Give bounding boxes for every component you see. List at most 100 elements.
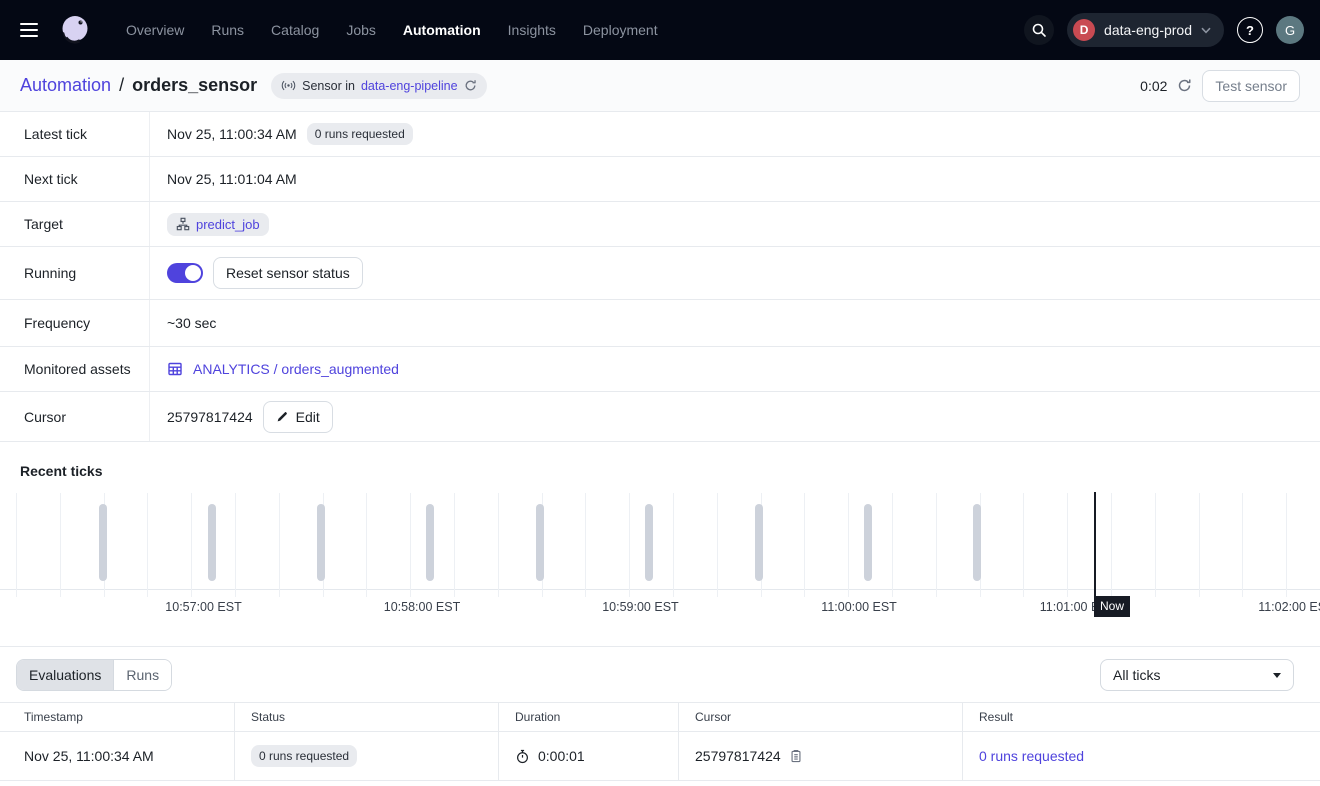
table-row: Nov 25, 11:00:34 AM 0 runs requested 0:0… [0,732,1320,781]
chart-gridline [454,493,455,597]
nav-item-insights[interactable]: Insights [508,22,556,38]
menu-icon[interactable] [16,19,42,41]
cell-cursor: 25797817424 [695,748,781,764]
chart-gridline [717,493,718,597]
nav-item-catalog[interactable]: Catalog [271,22,319,38]
toggle-knob [185,265,201,281]
detail-label: Next tick [0,157,150,201]
recent-ticks-heading: Recent ticks [0,442,1320,492]
status-badge: 0 runs requested [251,745,357,767]
sensor-icon [281,78,296,93]
column-header-result: Result [962,703,1320,731]
reset-sensor-status-button[interactable]: Reset sensor status [213,257,363,289]
detail-label: Cursor [0,392,150,441]
detail-row-frequency: Frequency ~30 sec [0,300,1320,347]
next-tick-value: Nov 25, 11:01:04 AM [167,171,297,187]
column-header-duration: Duration [498,703,678,731]
dagster-logo-icon[interactable] [56,11,94,49]
tab-evaluations[interactable]: Evaluations [17,660,113,690]
tick-bar[interactable] [426,504,434,581]
tick-bar[interactable] [536,504,544,581]
chart-gridline [191,493,192,597]
result-link[interactable]: 0 runs requested [979,748,1084,764]
chart-gridline [673,493,674,597]
axis-tick-label: 10:58:00 EST [384,600,460,614]
top-nav: Overview Runs Catalog Jobs Automation In… [0,0,1320,60]
view-segmented-control: Evaluations Runs [16,659,172,691]
chart-gridline [235,493,236,597]
page-title: orders_sensor [132,75,257,96]
tick-bar[interactable] [99,504,107,581]
tick-bar[interactable] [973,504,981,581]
chart-gridline [366,493,367,597]
now-tooltip: Now [1094,596,1130,617]
asset-table-icon [167,361,183,377]
stopwatch-icon [515,749,530,764]
axis-tick-label: 11:02:00 EST [1258,600,1320,614]
cell-duration: 0:00:01 [538,748,585,764]
evaluations-table: Timestamp Status Duration Cursor Result … [0,702,1320,781]
nav-item-jobs[interactable]: Jobs [346,22,376,38]
running-toggle[interactable] [167,263,203,283]
frequency-value: ~30 sec [167,315,216,331]
tick-status-filter-dropdown[interactable]: All ticks [1100,659,1294,691]
axis-tick-label: 10:59:00 EST [602,600,678,614]
chart-gridline [1242,493,1243,597]
chart-gridline [1286,493,1287,597]
detail-row-next-tick: Next tick Nov 25, 11:01:04 AM [0,157,1320,202]
chart-gridline [498,493,499,597]
refresh-icon[interactable] [1177,78,1192,93]
chart-gridline [1111,493,1112,597]
sensor-origin-badge: Sensor in data-eng-pipeline [271,73,486,99]
chart-gridline [629,493,630,597]
chart-gridline [892,493,893,597]
chart-gridline [585,493,586,597]
chart-gridline [848,493,849,597]
avatar[interactable]: G [1276,16,1304,44]
reload-location-icon[interactable] [464,79,477,92]
tick-bar[interactable] [864,504,872,581]
search-icon[interactable] [1024,15,1054,45]
chart-gridline [16,493,17,597]
nav-item-runs[interactable]: Runs [211,22,244,38]
latest-tick-value: Nov 25, 11:00:34 AM [167,126,297,142]
now-marker-line [1094,492,1096,611]
latest-tick-status-badge: 0 runs requested [307,123,413,145]
tab-runs[interactable]: Runs [113,660,171,690]
monitored-asset-link[interactable]: ANALYTICS / orders_augmented [193,361,399,377]
target-job-chip[interactable]: predict_job [167,213,269,236]
tick-bar[interactable] [755,504,763,581]
tick-bar[interactable] [208,504,216,581]
code-location-link[interactable]: data-eng-pipeline [361,79,458,93]
help-icon[interactable]: ? [1237,17,1263,43]
nav-item-overview[interactable]: Overview [126,22,184,38]
detail-label: Latest tick [0,112,150,156]
deployment-switcher[interactable]: D data-eng-prod [1067,13,1224,47]
tick-bar[interactable] [645,504,653,581]
detail-row-running: Running Reset sensor status [0,247,1320,300]
detail-label: Monitored assets [0,347,150,391]
detail-label: Target [0,202,150,246]
chart-gridline [1023,493,1024,597]
cell-timestamp: Nov 25, 11:00:34 AM [0,732,234,780]
detail-label: Running [0,247,150,299]
detail-row-monitored-assets: Monitored assets ANALYTICS / orders_augm… [0,347,1320,392]
detail-row-target: Target predict_job [0,202,1320,247]
nav-item-deployment[interactable]: Deployment [583,22,658,38]
detail-row-cursor: Cursor 25797817424 Edit [0,392,1320,442]
cursor-value: 25797817424 [167,409,253,425]
target-job-link[interactable]: predict_job [196,217,260,232]
tick-bar[interactable] [317,504,325,581]
axis-tick-label: 11:00:00 EST [821,600,897,614]
test-sensor-button[interactable]: Test sensor [1202,70,1300,102]
chart-axis-line [0,589,1320,590]
caret-down-icon [1273,673,1281,678]
filter-selected-value: All ticks [1113,667,1160,683]
nav-item-automation[interactable]: Automation [403,22,481,38]
chart-gridline [410,493,411,597]
sensor-badge-prefix: Sensor in [302,79,355,93]
breadcrumb-automation-link[interactable]: Automation [20,75,111,96]
chart-gridline [147,493,148,597]
clipboard-copy-icon[interactable] [789,749,803,763]
edit-cursor-button[interactable]: Edit [263,401,333,433]
